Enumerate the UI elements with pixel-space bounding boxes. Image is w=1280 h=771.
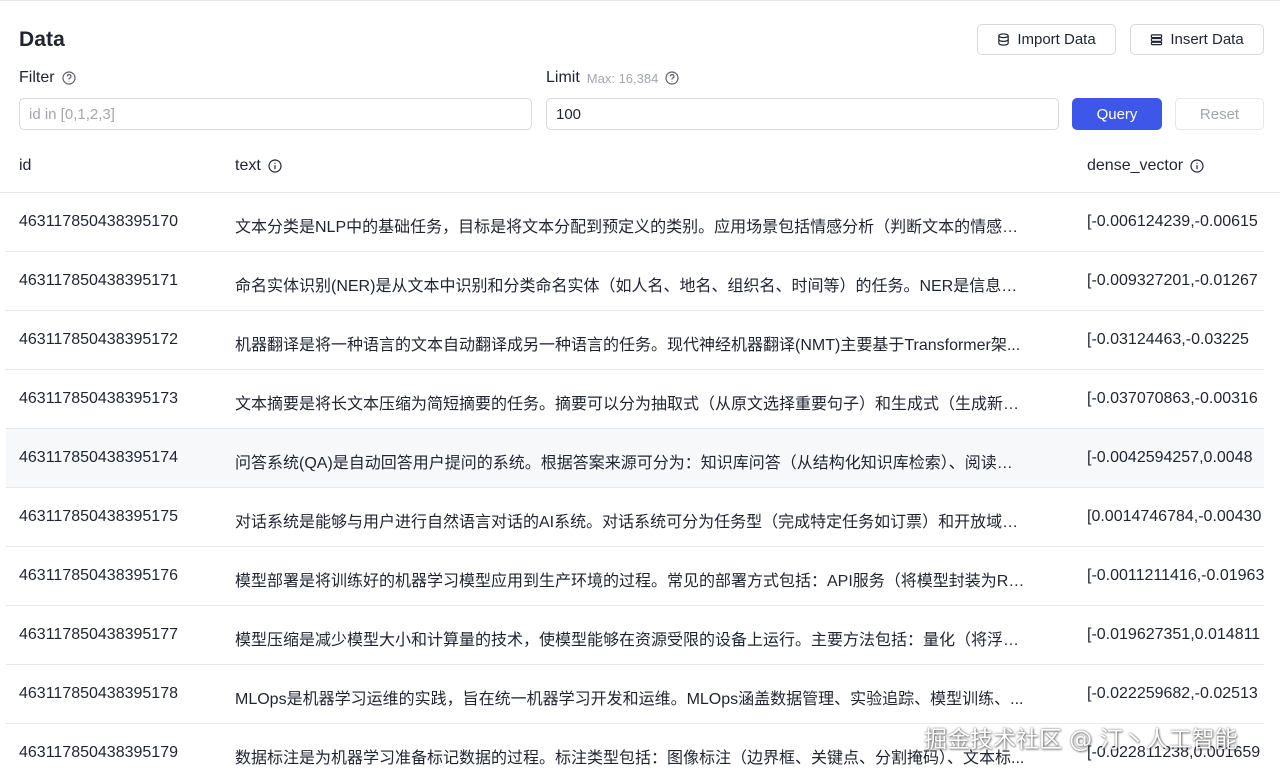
- table-row[interactable]: 463117850438395172 机器翻译是将一种语言的文本自动翻译成另一种…: [6, 311, 1264, 370]
- cell-text: 对话系统是能够与用户进行自然语言对话的AI系统。对话系统可分为任务型（完成特定任…: [235, 514, 1025, 531]
- cell-id: 463117850438395171: [19, 272, 178, 289]
- cell-dense-vector: [-0.022259682,-0.02513: [1087, 685, 1258, 702]
- table-row[interactable]: 463117850438395171 命名实体识别(NER)是从文本中识别和分类…: [6, 252, 1264, 311]
- cell-text: 模型部署是将训练好的机器学习模型应用到生产环境的过程。常见的部署方式包括：API…: [235, 573, 1025, 590]
- watermark: 掘金技术社区 @ 汀丶人工智能: [924, 727, 1238, 753]
- cell-text: 问答系统(QA)是自动回答用户提问的系统。根据答案来源可分为：知识库问答（从结构…: [235, 455, 1025, 472]
- cell-id: 463117850438395173: [19, 390, 178, 407]
- table-row[interactable]: 463117850438395174 问答系统(QA)是自动回答用户提问的系统。…: [6, 429, 1264, 488]
- cell-id: 463117850438395178: [19, 685, 178, 702]
- import-data-button[interactable]: Import Data: [977, 24, 1116, 55]
- cell-text: 机器翻译是将一种语言的文本自动翻译成另一种语言的任务。现代神经机器翻译(NMT)…: [235, 337, 1021, 354]
- insert-data-button[interactable]: Insert Data: [1130, 24, 1264, 55]
- cell-dense-vector: [-0.03124463,-0.03225: [1087, 331, 1249, 348]
- filter-label-group: Filter: [19, 69, 76, 87]
- column-header-label: id: [19, 157, 32, 174]
- table-row[interactable]: 463117850438395178 MLOps是机器学习运维的实践，旨在统一机…: [6, 665, 1264, 724]
- column-header-id[interactable]: id: [19, 157, 31, 175]
- cell-text: 文本分类是NLP中的基础任务，目标是将文本分配到预定义的类别。应用场景包括情感分…: [235, 219, 1025, 236]
- filter-label: Filter: [19, 69, 55, 86]
- cell-dense-vector: [0.0014746784,-0.00430: [1087, 508, 1262, 525]
- cell-id: 463117850438395175: [19, 508, 178, 525]
- cell-dense-vector: [-0.019627351,0.014811: [1087, 626, 1261, 643]
- limit-label: Limit: [546, 69, 580, 86]
- table-row[interactable]: 463117850438395173 文本摘要是将长文本压缩为简短摘要的任务。摘…: [6, 370, 1264, 429]
- database-icon: [998, 33, 1010, 46]
- query-button[interactable]: Query: [1072, 98, 1162, 130]
- help-circle-icon[interactable]: [665, 71, 679, 85]
- cell-dense-vector: [-0.009327201,-0.01267: [1087, 272, 1258, 289]
- limit-input[interactable]: [546, 98, 1059, 130]
- import-data-label: Import Data: [1017, 31, 1096, 48]
- cell-dense-vector: [-0.0042594257,0.0048: [1087, 449, 1253, 466]
- filter-input[interactable]: [19, 98, 532, 130]
- help-circle-icon[interactable]: [61, 71, 76, 85]
- column-header-label: dense_vector: [1087, 157, 1184, 174]
- cell-id: 463117850438395177: [19, 626, 178, 643]
- column-header-dense-vector[interactable]: dense_vector: [1087, 157, 1204, 175]
- cell-id: 463117850438395172: [19, 331, 178, 348]
- cell-dense-vector: [-0.037070863,-0.00316: [1087, 390, 1258, 407]
- cell-text: MLOps是机器学习运维的实践，旨在统一机器学习开发和运维。MLOps涵盖数据管…: [235, 691, 1024, 708]
- cell-id: 463117850438395174: [19, 449, 178, 466]
- column-header-label: text: [235, 157, 261, 174]
- limit-label-group: Limit Max: 16,384: [546, 69, 679, 87]
- cell-text: 文本摘要是将长文本压缩为简短摘要的任务。摘要可以分为抽取式（从原文选择重要句子）…: [235, 396, 1025, 413]
- cell-text: 数据标注是为机器学习准备标记数据的过程。标注类型包括：图像标注（边界框、关键点、…: [235, 750, 1025, 767]
- info-icon[interactable]: [268, 159, 282, 173]
- top-border: [0, 0, 1280, 1]
- cell-id: 463117850438395179: [19, 744, 178, 761]
- cell-dense-vector: [-0.0011211416,-0.01963: [1087, 567, 1264, 584]
- cell-id: 463117850438395170: [19, 213, 178, 230]
- limit-hint: Max: 16,384: [586, 70, 659, 86]
- info-icon[interactable]: [1190, 159, 1204, 173]
- table-row[interactable]: 463117850438395170 文本分类是NLP中的基础任务，目标是将文本…: [6, 193, 1264, 252]
- table-row[interactable]: 463117850438395177 模型压缩是减少模型大小和计算量的技术，使模…: [6, 606, 1264, 665]
- table-header: id text dense_vector: [0, 140, 1280, 193]
- cell-text: 命名实体识别(NER)是从文本中识别和分类命名实体（如人名、地名、组织名、时间等…: [235, 278, 1025, 295]
- column-header-text[interactable]: text: [235, 157, 282, 175]
- table-row[interactable]: 463117850438395175 对话系统是能够与用户进行自然语言对话的AI…: [6, 488, 1264, 547]
- insert-data-label: Insert Data: [1170, 31, 1244, 48]
- cell-dense-vector: [-0.006124239,-0.00615: [1087, 213, 1258, 230]
- page-title: Data: [19, 28, 65, 51]
- stack-icon: [1151, 34, 1163, 46]
- cell-text: 模型压缩是减少模型大小和计算量的技术，使模型能够在资源受限的设备上运行。主要方法…: [235, 632, 1025, 649]
- cell-id: 463117850438395176: [19, 567, 178, 584]
- table-row[interactable]: 463117850438395176 模型部署是将训练好的机器学习模型应用到生产…: [6, 547, 1264, 606]
- reset-button[interactable]: Reset: [1175, 98, 1264, 130]
